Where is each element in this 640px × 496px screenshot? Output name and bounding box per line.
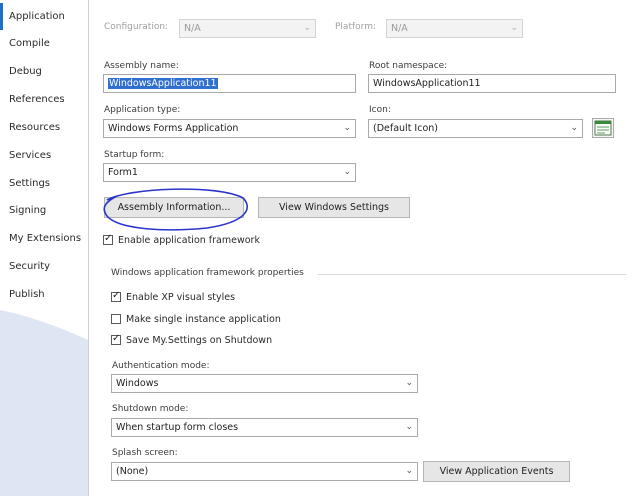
tab-settings[interactable]: Settings	[0, 170, 88, 197]
shutdown-mode-dropdown[interactable]: When startup form closes ⌄	[111, 418, 418, 437]
shutdown-mode-value: When startup form closes	[116, 422, 239, 433]
single-instance-checkbox[interactable]: Make single instance application	[111, 314, 281, 327]
checkbox-checked-icon	[111, 333, 121, 345]
assembly-name-label: Assembly name:	[104, 61, 179, 71]
platform-value: N/A	[391, 23, 408, 34]
configuration-dropdown[interactable]: N/A ⌄	[179, 19, 316, 38]
enable-framework-checkbox[interactable]: Enable application framework	[103, 233, 260, 248]
application-icon	[594, 120, 612, 136]
save-settings-label: Save My.Settings on Shutdown	[126, 335, 273, 346]
chevron-down-icon: ⌄	[405, 378, 413, 388]
xp-styles-label: Enable XP visual styles	[126, 292, 236, 303]
splash-screen-value: (None)	[116, 466, 149, 477]
chevron-down-icon: ⌄	[343, 123, 351, 133]
tab-compile[interactable]: Compile	[0, 30, 88, 57]
xp-styles-checkbox[interactable]: Enable XP visual styles	[111, 290, 236, 305]
application-type-value: Windows Forms Application	[108, 123, 239, 134]
tab-signing[interactable]: Signing	[0, 197, 88, 224]
auth-mode-value: Windows	[116, 378, 159, 389]
icon-value: (Default Icon)	[373, 123, 439, 134]
application-type-dropdown[interactable]: Windows Forms Application ⌄	[103, 119, 356, 138]
checkbox-checked-icon	[111, 290, 121, 302]
tab-debug[interactable]: Debug	[0, 58, 88, 85]
chevron-down-icon: ⌄	[570, 123, 578, 133]
single-instance-label: Make single instance application	[126, 314, 281, 325]
tab-services[interactable]: Services	[0, 142, 88, 169]
icon-label: Icon:	[369, 105, 391, 115]
auth-mode-dropdown[interactable]: Windows ⌄	[111, 374, 418, 393]
startup-form-label: Startup form:	[104, 150, 165, 160]
splash-screen-label: Splash screen:	[112, 448, 178, 458]
chevron-down-icon: ⌄	[405, 422, 413, 432]
tab-resources[interactable]: Resources	[0, 114, 88, 141]
icon-dropdown[interactable]: (Default Icon) ⌄	[368, 119, 583, 138]
assembly-name-input[interactable]: WindowsApplication11	[103, 74, 356, 93]
chevron-down-icon: ⌄	[343, 167, 351, 177]
configuration-label: Configuration:	[104, 22, 169, 32]
framework-group-title: Windows application framework properties	[111, 268, 304, 278]
root-namespace-value: WindowsApplication11	[373, 78, 481, 89]
tab-my-extensions[interactable]: My Extensions	[0, 225, 88, 252]
root-namespace-label: Root namespace:	[369, 61, 448, 71]
save-settings-checkbox[interactable]: Save My.Settings on Shutdown	[111, 333, 273, 348]
chevron-down-icon: ⌄	[303, 23, 311, 33]
platform-label: Platform:	[335, 22, 376, 32]
chevron-down-icon: ⌄	[405, 466, 413, 476]
shutdown-mode-label: Shutdown mode:	[112, 404, 189, 414]
splash-screen-dropdown[interactable]: (None) ⌄	[111, 462, 418, 481]
sidebar: Application Compile Debug References Res…	[0, 0, 88, 496]
view-application-events-button[interactable]: View Application Events	[423, 461, 570, 482]
auth-mode-label: Authentication mode:	[112, 361, 210, 371]
chevron-down-icon: ⌄	[510, 23, 518, 33]
icon-preview-button[interactable]	[592, 118, 614, 138]
startup-form-dropdown[interactable]: Form1 ⌄	[103, 163, 356, 182]
tab-security[interactable]: Security	[0, 253, 88, 280]
startup-form-value: Form1	[108, 167, 138, 178]
root-namespace-input[interactable]: WindowsApplication11	[368, 74, 616, 93]
checkbox-checked-icon	[103, 233, 113, 245]
tab-publish[interactable]: Publish	[0, 281, 88, 308]
group-divider	[317, 274, 627, 275]
tab-references[interactable]: References	[0, 86, 88, 113]
assembly-name-value: WindowsApplication11	[108, 78, 218, 89]
platform-dropdown[interactable]: N/A ⌄	[386, 19, 523, 38]
enable-framework-label: Enable application framework	[118, 235, 260, 246]
application-type-label: Application type:	[104, 105, 181, 115]
view-windows-settings-button[interactable]: View Windows Settings	[258, 197, 410, 218]
application-page: Configuration: N/A ⌄ Platform: N/A ⌄ Ass…	[88, 0, 640, 496]
checkbox-unchecked-icon	[111, 314, 121, 324]
highlight-circle	[103, 188, 248, 231]
configuration-value: N/A	[184, 23, 201, 34]
tab-application[interactable]: Application	[0, 3, 88, 30]
